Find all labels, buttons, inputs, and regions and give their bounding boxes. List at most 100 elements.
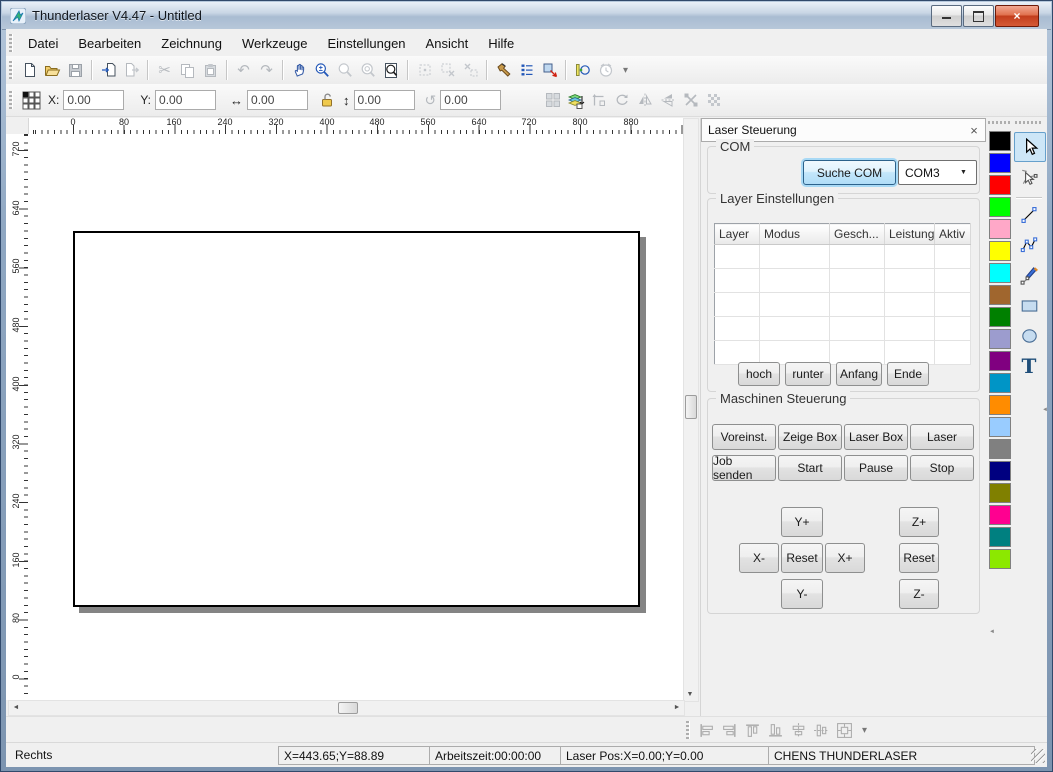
menu-datei[interactable]: Datei — [18, 32, 68, 55]
color-swatch[interactable] — [989, 395, 1011, 415]
align-bottom-button[interactable] — [764, 719, 787, 742]
pick-position-button[interactable] — [538, 59, 561, 82]
align-top-button[interactable] — [741, 719, 764, 742]
tool-settings-button[interactable] — [492, 59, 515, 82]
save-button[interactable] — [64, 59, 87, 82]
color-swatch[interactable] — [989, 439, 1011, 459]
jog-x-plus-button[interactable]: X+ — [825, 543, 865, 573]
zoom-page-button[interactable] — [380, 59, 403, 82]
zoom-button[interactable] — [311, 59, 334, 82]
toolbar-gripper[interactable] — [9, 91, 13, 109]
minimize-button[interactable] — [931, 5, 962, 27]
toolbar-gripper[interactable] — [686, 721, 690, 739]
layer-table[interactable]: Layer Modus Gesch... Leistung Aktiv — [714, 223, 971, 365]
scroll-down-arrow[interactable]: ▼ — [684, 688, 696, 700]
resize-grip[interactable] — [1031, 749, 1045, 763]
toolbar-gripper[interactable] — [9, 61, 13, 79]
node-select-button[interactable] — [413, 59, 436, 82]
cut-button[interactable]: ✂ — [153, 59, 176, 82]
pan-button[interactable] — [288, 59, 311, 82]
color-swatch[interactable] — [989, 285, 1011, 305]
search-com-button[interactable]: Suche COM — [803, 160, 896, 185]
menu-werkzeuge[interactable]: Werkzeuge — [232, 32, 318, 55]
pause-button[interactable]: Pause — [844, 455, 908, 481]
rotation-input[interactable] — [440, 90, 501, 110]
jog-reset-z-button[interactable]: Reset — [899, 543, 939, 573]
laser-box-button[interactable]: Laser Box — [844, 424, 908, 450]
node-delete-button[interactable] — [436, 59, 459, 82]
color-swatch[interactable] — [989, 527, 1011, 547]
jog-y-minus-button[interactable]: Y- — [781, 579, 823, 609]
jog-z-minus-button[interactable]: Z- — [899, 579, 939, 609]
align-right-button[interactable] — [718, 719, 741, 742]
layer-parameters-button[interactable] — [515, 59, 538, 82]
horizontal-scrollbar[interactable]: ◄ ► — [8, 700, 685, 716]
drawing-canvas[interactable] — [28, 134, 683, 700]
redo-button[interactable]: ↷ — [255, 59, 278, 82]
color-swatch[interactable] — [989, 329, 1011, 349]
transform-button[interactable] — [587, 89, 610, 112]
scroll-right-arrow[interactable]: ► — [671, 701, 683, 713]
array-copy-button[interactable] — [541, 89, 564, 112]
center-vertical-button[interactable] — [810, 719, 833, 742]
aspect-lock-button[interactable] — [316, 89, 339, 112]
toolbar-overflow[interactable]: ▾ — [862, 725, 867, 736]
paste-button[interactable] — [199, 59, 222, 82]
center-horizontal-button[interactable] — [787, 719, 810, 742]
color-swatch[interactable] — [989, 197, 1011, 217]
menu-ansicht[interactable]: Ansicht — [416, 32, 479, 55]
flip-horizontal-button[interactable] — [656, 89, 679, 112]
color-swatch[interactable] — [989, 175, 1011, 195]
work-page[interactable] — [73, 231, 640, 607]
zoom-selection-button[interactable] — [334, 59, 357, 82]
title-bar[interactable]: Thunderlaser V4.47 - Untitled × — [2, 2, 1051, 30]
scale-button[interactable] — [679, 89, 702, 112]
curve-start-button[interactable] — [571, 59, 594, 82]
com-port-select[interactable]: COM3 ▼ — [898, 160, 977, 185]
color-swatch[interactable] — [989, 241, 1011, 261]
palette-gripper[interactable] — [988, 121, 1010, 124]
flip-vertical-button[interactable] — [633, 89, 656, 112]
timer-button[interactable] — [594, 59, 617, 82]
jog-reset-xy-button[interactable]: Reset — [781, 543, 823, 573]
color-swatch[interactable] — [989, 483, 1011, 503]
node-add-button[interactable] — [459, 59, 482, 82]
vertical-scroll-thumb[interactable] — [685, 395, 697, 419]
center-in-page-button[interactable] — [833, 719, 856, 742]
color-swatch[interactable] — [989, 505, 1011, 525]
zoom-all-button[interactable] — [357, 59, 380, 82]
color-swatch[interactable] — [989, 263, 1011, 283]
layer-order-button[interactable] — [564, 89, 587, 112]
polyline-tool-button[interactable] — [1014, 231, 1044, 259]
panel-close-icon[interactable]: × — [965, 123, 983, 138]
copy-button[interactable] — [176, 59, 199, 82]
y-position-input[interactable] — [155, 90, 216, 110]
export-button[interactable] — [120, 59, 143, 82]
start-button[interactable]: Start — [778, 455, 842, 481]
laser-button[interactable]: Laser — [910, 424, 974, 450]
undo-button[interactable]: ↶ — [232, 59, 255, 82]
jog-y-plus-button[interactable]: Y+ — [781, 507, 823, 537]
jog-z-plus-button[interactable]: Z+ — [899, 507, 939, 537]
tools-collapse-arrow[interactable]: ◄ — [1042, 407, 1048, 413]
color-swatch[interactable] — [989, 351, 1011, 371]
pen-tool-button[interactable] — [1014, 261, 1044, 289]
send-job-button[interactable]: Job senden — [712, 455, 776, 481]
toolbar-gripper[interactable] — [9, 34, 13, 52]
vertical-scrollbar[interactable]: ▼ — [683, 118, 699, 702]
new-document-button[interactable] — [18, 59, 41, 82]
color-swatch[interactable] — [989, 219, 1011, 239]
palette-collapse-arrow[interactable]: ◄ — [989, 629, 995, 635]
align-left-button[interactable] — [695, 719, 718, 742]
menu-hilfe[interactable]: Hilfe — [478, 32, 524, 55]
color-swatch[interactable] — [989, 417, 1011, 437]
menu-bearbeiten[interactable]: Bearbeiten — [68, 32, 151, 55]
height-input[interactable] — [354, 90, 415, 110]
color-swatch[interactable] — [989, 373, 1011, 393]
menu-einstellungen[interactable]: Einstellungen — [317, 32, 415, 55]
anchor-point-button[interactable] — [18, 89, 44, 112]
jog-x-minus-button[interactable]: X- — [739, 543, 779, 573]
color-swatch[interactable] — [989, 307, 1011, 327]
close-button[interactable]: × — [995, 5, 1039, 27]
color-swatch[interactable] — [989, 461, 1011, 481]
